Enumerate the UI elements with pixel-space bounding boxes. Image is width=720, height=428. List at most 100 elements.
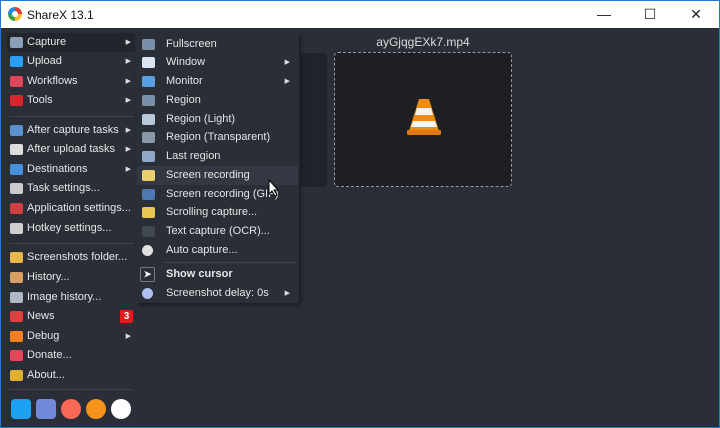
chevron-right-icon: ▶ bbox=[125, 166, 131, 173]
menu-item-about[interactable]: About... bbox=[7, 366, 135, 385]
submenu-item-label: Window bbox=[166, 56, 206, 68]
heart-icon bbox=[10, 350, 23, 361]
submenu-item-label: Region (Light) bbox=[166, 113, 236, 125]
submenu-item-monitor[interactable]: Monitor ▶ bbox=[137, 72, 298, 91]
menu-item-label: Capture bbox=[27, 36, 67, 48]
submenu-item-label: Auto capture... bbox=[166, 244, 238, 256]
clock-icon bbox=[142, 245, 153, 256]
menu-item-label: History... bbox=[27, 271, 70, 283]
chevron-right-icon: ▶ bbox=[125, 58, 131, 65]
menu-item-label: Tools bbox=[27, 94, 53, 106]
submenu-item-label: Screen recording bbox=[166, 169, 250, 181]
capture-submenu: Fullscreen Window ▶ Monitor ▶ Region Region (L… bbox=[136, 33, 299, 303]
submenu-item-label: Scrolling capture... bbox=[166, 206, 258, 218]
submenu-separator bbox=[164, 262, 296, 263]
submenu-item-label: Text capture (OCR)... bbox=[166, 225, 270, 237]
region-light-icon bbox=[142, 114, 155, 125]
submenu-item-label: Last region bbox=[166, 150, 221, 162]
menu-item-label: Application settings... bbox=[27, 202, 131, 214]
submenu-item-label: Screen recording (GIF) bbox=[166, 188, 279, 200]
delay-clock-icon bbox=[142, 288, 153, 299]
menu-item-after-capture-tasks[interactable]: After capture tasks ▶ bbox=[7, 121, 135, 140]
menu-separator bbox=[9, 116, 133, 117]
toolbox-icon bbox=[10, 95, 23, 106]
menu-item-label: Hotkey settings... bbox=[27, 222, 112, 234]
menu-item-label: After upload tasks bbox=[27, 143, 116, 155]
scrolling-capture-icon bbox=[142, 207, 155, 218]
menu-item-image-history[interactable]: Image history... bbox=[7, 288, 135, 307]
twitter-icon[interactable] bbox=[11, 399, 31, 419]
menu-item-task-settings[interactable]: Task settings... bbox=[7, 179, 135, 198]
menu-item-hotkey-settings[interactable]: Hotkey settings... bbox=[7, 219, 135, 238]
gear-icon bbox=[10, 183, 23, 194]
menu-item-label: Workflows bbox=[27, 75, 78, 87]
submenu-item-label: Show cursor bbox=[166, 268, 233, 280]
window-icon bbox=[142, 57, 155, 68]
menu-item-debug[interactable]: Debug ▶ bbox=[7, 327, 135, 346]
menu-separator bbox=[9, 389, 133, 390]
menu-item-news[interactable]: News 3 bbox=[7, 307, 135, 326]
destinations-icon bbox=[10, 164, 23, 175]
bitcoin-icon[interactable] bbox=[86, 399, 106, 419]
menu-item-label: Destinations bbox=[27, 163, 88, 175]
submenu-item-region-transparent[interactable]: Region (Transparent) bbox=[137, 128, 298, 147]
chevron-right-icon: ▶ bbox=[284, 290, 290, 297]
menu-item-label: Task settings... bbox=[27, 182, 100, 194]
submenu-item-window[interactable]: Window ▶ bbox=[137, 53, 298, 72]
sharex-logo-icon bbox=[8, 7, 22, 21]
cone-icon bbox=[10, 331, 23, 342]
submenu-item-scrolling-capture[interactable]: Scrolling capture... bbox=[137, 203, 298, 222]
sharex-window: ShareX 13.1 — ☐ ✕ ayGjqgEXk7.mp4 Capture… bbox=[0, 0, 720, 428]
menu-item-label: Debug bbox=[27, 330, 60, 342]
thumbnail-previous[interactable] bbox=[301, 53, 327, 187]
menu-separator bbox=[9, 243, 133, 244]
menu-item-application-settings[interactable]: Application settings... bbox=[7, 199, 135, 218]
cursor-icon: ➤ bbox=[140, 267, 155, 282]
thumbnail-selected[interactable] bbox=[334, 52, 512, 187]
mouse-cursor-icon bbox=[268, 179, 280, 197]
patreon-icon[interactable] bbox=[61, 399, 81, 419]
region-transparent-icon bbox=[142, 132, 155, 143]
menu-item-workflows[interactable]: Workflows ▶ bbox=[7, 72, 135, 91]
last-region-icon bbox=[142, 151, 155, 162]
menu-item-label: After capture tasks bbox=[27, 124, 119, 136]
submenu-item-label: Fullscreen bbox=[166, 38, 217, 50]
workflows-grid-icon bbox=[10, 76, 23, 87]
chevron-right-icon: ▶ bbox=[125, 146, 131, 153]
menu-item-donate[interactable]: Donate... bbox=[7, 346, 135, 365]
news-count-badge: 3 bbox=[120, 310, 133, 323]
menu-item-capture[interactable]: Capture ▶ bbox=[7, 33, 135, 52]
crown-icon bbox=[10, 370, 23, 381]
menu-item-upload[interactable]: Upload ▶ bbox=[7, 52, 135, 71]
submenu-item-show-cursor[interactable]: ➤ Show cursor bbox=[137, 265, 298, 284]
github-icon[interactable] bbox=[111, 399, 131, 419]
menu-item-destinations[interactable]: Destinations ▶ bbox=[7, 160, 135, 179]
discord-icon[interactable] bbox=[36, 399, 56, 419]
menu-item-screenshots-folder[interactable]: Screenshots folder... bbox=[7, 248, 135, 267]
close-button[interactable]: ✕ bbox=[673, 1, 719, 28]
submenu-item-region[interactable]: Region bbox=[137, 91, 298, 110]
menu-item-history[interactable]: History... bbox=[7, 268, 135, 287]
maximize-button[interactable]: ☐ bbox=[627, 1, 673, 28]
upload-arrow-icon bbox=[10, 56, 23, 67]
chevron-right-icon: ▶ bbox=[125, 97, 131, 104]
monitor-icon bbox=[142, 76, 155, 87]
menu-item-after-upload-tasks[interactable]: After upload tasks ▶ bbox=[7, 140, 135, 159]
menu-item-tools[interactable]: Tools ▶ bbox=[7, 91, 135, 110]
menu-item-label: Upload bbox=[27, 55, 62, 67]
megaphone-icon bbox=[10, 311, 23, 322]
minimize-button[interactable]: — bbox=[581, 1, 627, 28]
menu-item-label: Donate... bbox=[27, 349, 72, 361]
submenu-item-auto-capture[interactable]: Auto capture... bbox=[137, 241, 298, 260]
folder-icon bbox=[10, 252, 23, 263]
submenu-item-text-capture-ocr[interactable]: Text capture (OCR)... bbox=[137, 222, 298, 241]
submenu-item-fullscreen[interactable]: Fullscreen bbox=[137, 35, 298, 54]
menu-item-label: Screenshots folder... bbox=[27, 251, 128, 263]
cloud-icon bbox=[10, 144, 23, 155]
submenu-item-screenshot-delay-0s[interactable]: Screenshot delay: 0s ▶ bbox=[137, 284, 298, 303]
chevron-right-icon: ▶ bbox=[125, 78, 131, 85]
submenu-item-region-light[interactable]: Region (Light) bbox=[137, 110, 298, 129]
submenu-item-last-region[interactable]: Last region bbox=[137, 147, 298, 166]
window-title: ShareX 13.1 bbox=[27, 8, 94, 22]
chevron-right-icon: ▶ bbox=[125, 333, 131, 340]
